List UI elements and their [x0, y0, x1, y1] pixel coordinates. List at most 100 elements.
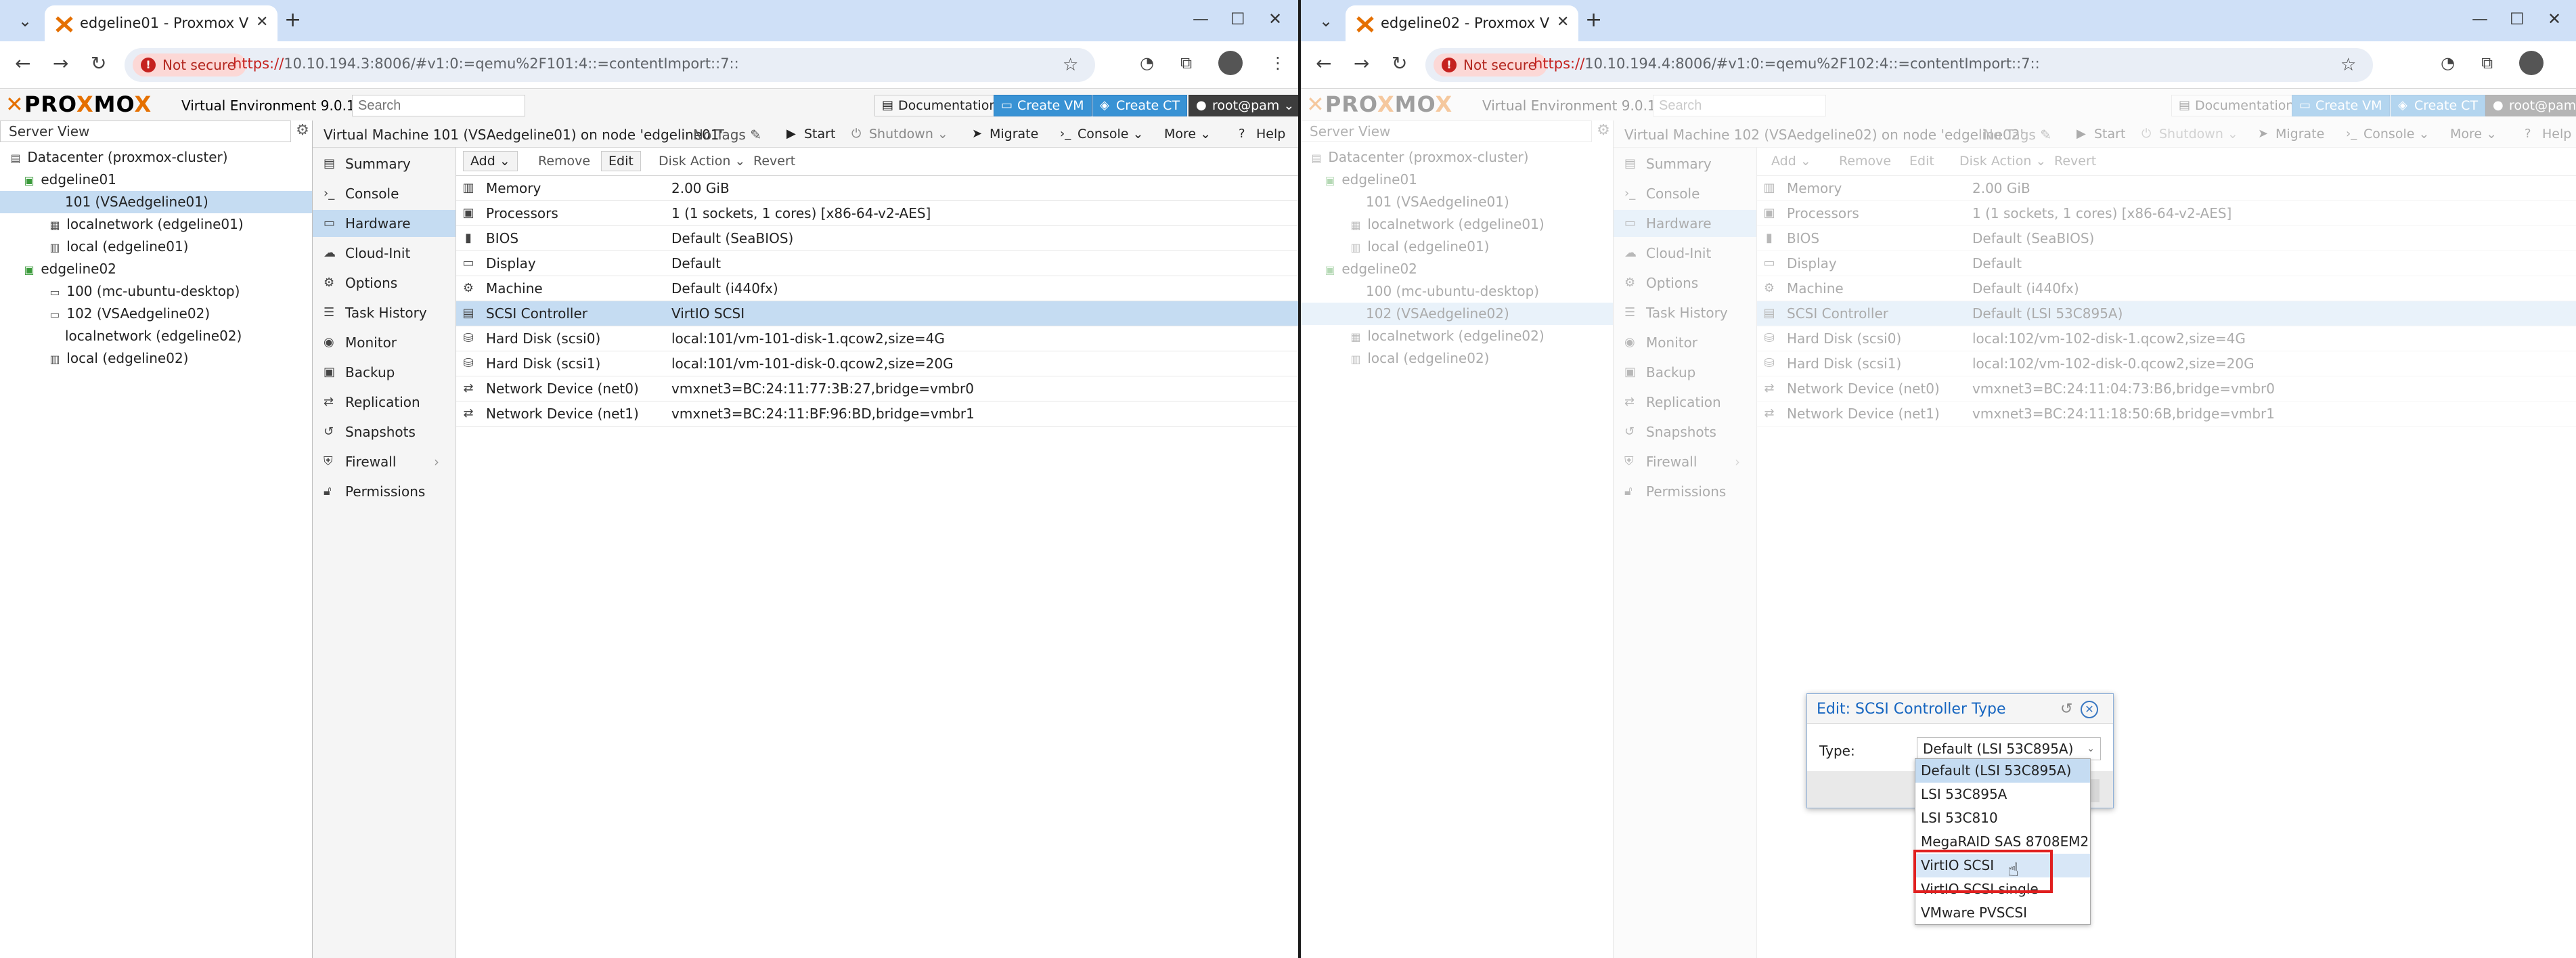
table-row[interactable]: ▭ Display Default	[1757, 251, 2576, 276]
browser-tab[interactable]: edgeline02 - Proxmox Virtual E ✕	[1346, 5, 1578, 41]
tree-node-vm-100[interactable]: 100 (mc-ubuntu-desktop)	[1301, 280, 1613, 303]
tree-node-vm-102[interactable]: 102 (VSAedgeline02)	[1301, 303, 1613, 325]
tree-node-local-edgeline02[interactable]: ▥ local (edgeline02)	[1301, 347, 1613, 370]
disk-action-button[interactable]: Disk Action ⌄	[1952, 151, 2053, 171]
extensions-sync-icon[interactable]: ◔	[1140, 53, 1154, 72]
forward-icon[interactable]: →	[53, 52, 68, 74]
table-row[interactable]: ▮ BIOS Default (SeaBIOS)	[1757, 226, 2576, 251]
dropdown-option[interactable]: VMware PVSCSI	[1915, 901, 2090, 925]
url-text[interactable]: https://10.10.194.3:8006/#v1:0:=qemu%2F1…	[233, 56, 739, 72]
revert-button[interactable]: Revert	[2047, 151, 2104, 171]
close-icon[interactable]: ✕	[2081, 701, 2098, 718]
console-button[interactable]: ›_ Console ⌄	[1054, 123, 1149, 145]
add-button[interactable]: Add ⌄	[1764, 151, 1819, 171]
menu-item-backup[interactable]: ▣ Backup	[1614, 359, 1756, 386]
new-tab-icon[interactable]: +	[1585, 8, 1602, 32]
menu-item-cloud-init[interactable]: ☁ Cloud-Init	[313, 240, 456, 267]
menu-item-hardware[interactable]: ▭ Hardware	[313, 210, 456, 237]
browser-tab[interactable]: edgeline01 - Proxmox Virtual E ✕	[45, 5, 277, 41]
menu-item-firewall[interactable]: ⛨ Firewall ›	[313, 448, 456, 475]
tree-node-local-edgeline01[interactable]: ▥ local (edgeline01)	[1301, 236, 1613, 258]
close-tab-icon[interactable]: ✕	[1557, 14, 1569, 30]
table-row[interactable]: ⇄ Network Device (net0) vmxnet3=BC:24:11:7…	[456, 376, 1298, 401]
new-tab-icon[interactable]: +	[284, 8, 301, 32]
table-row[interactable]: ⇄ Network Device (net0) vmxnet3=BC:24:11:0…	[1757, 376, 2576, 401]
table-row[interactable]: ⛁ Hard Disk (scsi0) local:101/vm-101-disk-…	[456, 326, 1298, 351]
tree-node-datacenter[interactable]: ▤ Datacenter (proxmox-cluster)	[0, 146, 312, 169]
tab-search-button[interactable]: ⌄	[1310, 7, 1341, 35]
maximize-icon[interactable]: ☐	[2510, 9, 2525, 28]
tags-editor[interactable]: No Tags ✎	[693, 127, 761, 143]
more-button[interactable]: More ⌄	[1159, 123, 1216, 145]
forward-icon[interactable]: →	[1354, 52, 1369, 74]
table-row[interactable]: ▤ SCSI Controller Default (LSI 53C895A)	[1757, 301, 2576, 326]
create-vm-button[interactable]: ▭ Create VM	[994, 95, 1092, 116]
revert-button[interactable]: Revert	[746, 151, 803, 171]
table-row[interactable]: ⚙ Machine Default (i440fx)	[1757, 276, 2576, 301]
start-button[interactable]: ▶ Start	[781, 123, 841, 145]
table-row[interactable]: ⇄ Network Device (net1) vmxnet3=BC:24:11:B…	[456, 401, 1298, 427]
more-button[interactable]: More ⌄	[2445, 123, 2502, 145]
console-button[interactable]: ›_ Console ⌄	[2340, 123, 2435, 145]
back-icon[interactable]: ←	[1316, 52, 1331, 74]
reload-icon[interactable]: ↻	[91, 52, 106, 74]
shutdown-button[interactable]: ⏻ Shutdown ⌄	[2136, 123, 2244, 145]
extensions-icon[interactable]: ⧉	[1180, 53, 1192, 72]
table-row[interactable]: ▤ SCSI Controller VirtIO SCSI	[456, 301, 1298, 326]
tree-node-local-edgeline02[interactable]: ▥ local (edgeline02)	[0, 347, 312, 370]
remove-button[interactable]: Remove	[531, 151, 598, 171]
migrate-button[interactable]: ➤ Migrate	[2252, 123, 2330, 145]
maximize-icon[interactable]: ☐	[1230, 9, 1245, 28]
tree-node-local-edgeline01[interactable]: ▥ local (edgeline01)	[0, 236, 312, 258]
menu-item-backup[interactable]: ▣ Backup	[313, 359, 456, 386]
menu-item-snapshots[interactable]: ↺ Snapshots	[313, 418, 456, 445]
create-vm-button[interactable]: ▭ Create VM	[2292, 95, 2390, 116]
tree-node-vm-100[interactable]: ▭ 100 (mc-ubuntu-desktop)	[0, 280, 312, 303]
menu-item-console[interactable]: ›_ Console	[313, 180, 456, 207]
not-secure-chip[interactable]: ! Not secure	[1434, 53, 1547, 77]
table-row[interactable]: ▭ Display Default	[456, 251, 1298, 276]
gear-icon[interactable]: ⚙	[1595, 122, 1612, 141]
add-button[interactable]: Add ⌄	[463, 151, 518, 171]
server-view-select[interactable]: Server View⌄	[1301, 121, 1592, 142]
tree-node-localnetwork-edgeline02[interactable]: localnetwork (edgeline02)	[0, 325, 312, 347]
table-row[interactable]: ▣ Processors 1 (1 sockets, 1 cores) [x86-6…	[456, 201, 1298, 226]
minimize-icon[interactable]: —	[1193, 9, 1209, 28]
menu-item-cloud-init[interactable]: ☁ Cloud-Init	[1614, 240, 1756, 267]
menu-item-summary[interactable]: ▤ Summary	[1614, 150, 1756, 177]
menu-item-task-history[interactable]: ☰ Task History	[313, 299, 456, 326]
not-secure-chip[interactable]: ! Not secure	[133, 53, 246, 77]
table-row[interactable]: ▣ Processors 1 (1 sockets, 1 cores) [x86-6…	[1757, 201, 2576, 226]
migrate-button[interactable]: ➤ Migrate	[967, 123, 1044, 145]
reload-icon[interactable]: ↻	[1392, 52, 1407, 74]
edit-button[interactable]: Edit	[1902, 151, 1942, 171]
tree-node-datacenter[interactable]: ▤ Datacenter (proxmox-cluster)	[1301, 146, 1613, 169]
menu-item-permissions[interactable]: 🔓︎ Permissions	[1614, 478, 1756, 505]
table-row[interactable]: ▥ Memory 2.00 GiB	[1757, 176, 2576, 201]
dropdown-option[interactable]: Default (LSI 53C895A)	[1915, 759, 2090, 783]
table-row[interactable]: ▥ Memory 2.00 GiB	[456, 176, 1298, 201]
tree-node-vm-102[interactable]: ▭ 102 (VSAedgeline02)	[0, 303, 312, 325]
menu-item-console[interactable]: ›_ Console	[1614, 180, 1756, 207]
tree-node-edgeline02[interactable]: ▣ edgeline02	[1301, 258, 1613, 280]
minimize-icon[interactable]: —	[2472, 9, 2488, 28]
bookmark-star-icon[interactable]: ☆	[2340, 55, 2356, 75]
omnibox[interactable]: ! Not secure https://10.10.194.3:8006/#v1…	[125, 48, 1095, 82]
dropdown-option[interactable]: LSI 53C810	[1915, 806, 2090, 830]
search-input[interactable]	[352, 95, 525, 116]
tree-node-localnetwork-edgeline01[interactable]: ▦ localnetwork (edgeline01)	[0, 213, 312, 236]
tree-node-localnetwork-edgeline02[interactable]: ▦ localnetwork (edgeline02)	[1301, 325, 1613, 347]
extensions-sync-icon[interactable]: ◔	[2441, 53, 2455, 72]
close-window-icon[interactable]: ✕	[2548, 9, 2561, 28]
help-button[interactable]: ? Help	[1233, 123, 1291, 145]
table-row[interactable]: ▮ BIOS Default (SeaBIOS)	[456, 226, 1298, 251]
menu-item-options[interactable]: ⚙ Options	[1614, 269, 1756, 297]
omnibox[interactable]: ! Not secure https://10.10.194.4:8006/#v1…	[1425, 48, 2373, 82]
disk-action-button[interactable]: Disk Action ⌄	[651, 151, 753, 171]
menu-item-replication[interactable]: ⇄ Replication	[1614, 389, 1756, 416]
menu-item-options[interactable]: ⚙ Options	[313, 269, 456, 297]
profile-avatar[interactable]	[1218, 51, 1243, 75]
edit-button[interactable]: Edit	[601, 151, 641, 171]
table-row[interactable]: ⛁ Hard Disk (scsi1) local:102/vm-102-disk-…	[1757, 351, 2576, 376]
shutdown-button[interactable]: ⏻ Shutdown ⌄	[846, 123, 954, 145]
